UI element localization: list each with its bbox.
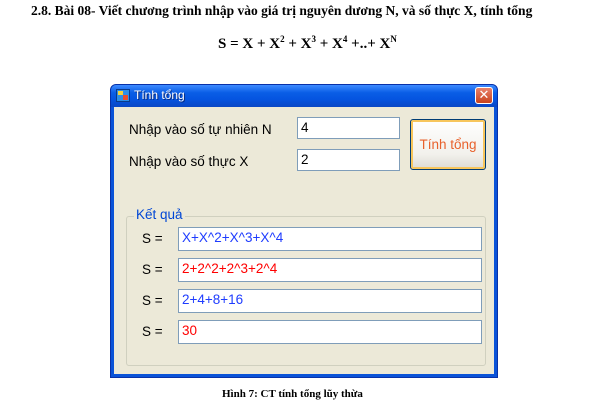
result-label-3: S = [142, 293, 163, 308]
result-label-4: S = [142, 324, 163, 339]
window-client-area: Nhập vào số tự nhiên N 4 Nhập vào số thự… [114, 107, 494, 374]
tinh-tong-window: Tính tổng ✕ Nhập vào số tự nhiên N 4 Nhậ… [110, 84, 498, 378]
formula-term-3: + X [284, 36, 312, 52]
result-field-3[interactable]: 2+4+8+16 [178, 289, 482, 313]
sum-formula: S = X + X2 + X3 + X4 +..+ XN [218, 34, 397, 53]
input-x[interactable]: 2 [297, 149, 400, 171]
results-group-label: Kết quả [134, 207, 185, 222]
close-icon: ✕ [478, 88, 490, 103]
calc-sum-button[interactable]: Tính tổng [410, 119, 486, 170]
figure-caption: Hình 7: CT tính tổng lũy thừa [222, 388, 363, 400]
form-app-icon[interactable] [116, 89, 130, 102]
formula-term-4: + X [316, 36, 343, 52]
document-heading: 2.8. Bài 08- Viết chương trình nhập vào … [31, 3, 533, 18]
formula-lhs: S = X + X [218, 36, 281, 52]
window-titlebar[interactable]: Tính tổng ✕ [111, 85, 497, 107]
result-field-4[interactable]: 30 [178, 320, 482, 344]
result-label-2: S = [142, 262, 163, 277]
close-button[interactable]: ✕ [475, 87, 493, 104]
label-x: Nhập vào số thực X [129, 154, 249, 169]
result-field-1[interactable]: X+X^2+X^3+X^4 [178, 227, 482, 251]
result-label-1: S = [142, 231, 163, 246]
formula-exponent-n: N [390, 34, 397, 44]
result-field-2[interactable]: 2+2^2+2^3+2^4 [178, 258, 482, 282]
input-n[interactable]: 4 [297, 117, 400, 139]
window-title: Tính tổng [134, 88, 185, 102]
label-n: Nhập vào số tự nhiên N [129, 122, 272, 137]
results-groupbox: Kết quả S = X+X^2+X^3+X^4 S = 2+2^2+2^3+… [126, 207, 486, 366]
formula-tail: +..+ X [347, 36, 391, 52]
